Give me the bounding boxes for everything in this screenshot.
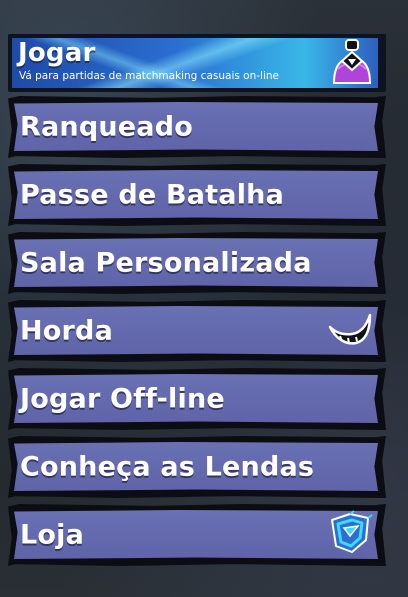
play-button[interactable]: Jogar Vá para partidas de matchmaking ca… (8, 34, 386, 92)
legends-button[interactable]: Conheça as Lendas (8, 436, 386, 498)
ranked-button[interactable]: Ranqueado (8, 96, 386, 158)
custom-room-button[interactable]: Sala Personalizada (8, 232, 386, 294)
offline-play-button[interactable]: Jogar Off-line (8, 368, 386, 430)
ranked-label: Ranqueado (20, 111, 193, 143)
play-title: Jogar (18, 38, 96, 68)
horde-label: Horda (20, 315, 114, 347)
shop-button[interactable]: Loja (8, 504, 386, 566)
player-silhouette-icon (328, 37, 376, 89)
shop-label: Loja (20, 519, 85, 551)
offline-play-label: Jogar Off-line (20, 383, 225, 415)
horde-button[interactable]: Horda (8, 300, 386, 362)
custom-room-label: Sala Personalizada (20, 247, 312, 279)
legends-label: Conheça as Lendas (20, 451, 315, 483)
horns-icon (326, 309, 374, 353)
battle-pass-button[interactable]: Passe de Batalha (8, 164, 386, 226)
battle-pass-label: Passe de Batalha (20, 179, 284, 211)
main-menu: Jogar Vá para partidas de matchmaking ca… (8, 34, 386, 572)
play-subtitle: Vá para partidas de matchmaking casuais … (19, 70, 279, 82)
shop-ticket-icon (328, 510, 374, 560)
